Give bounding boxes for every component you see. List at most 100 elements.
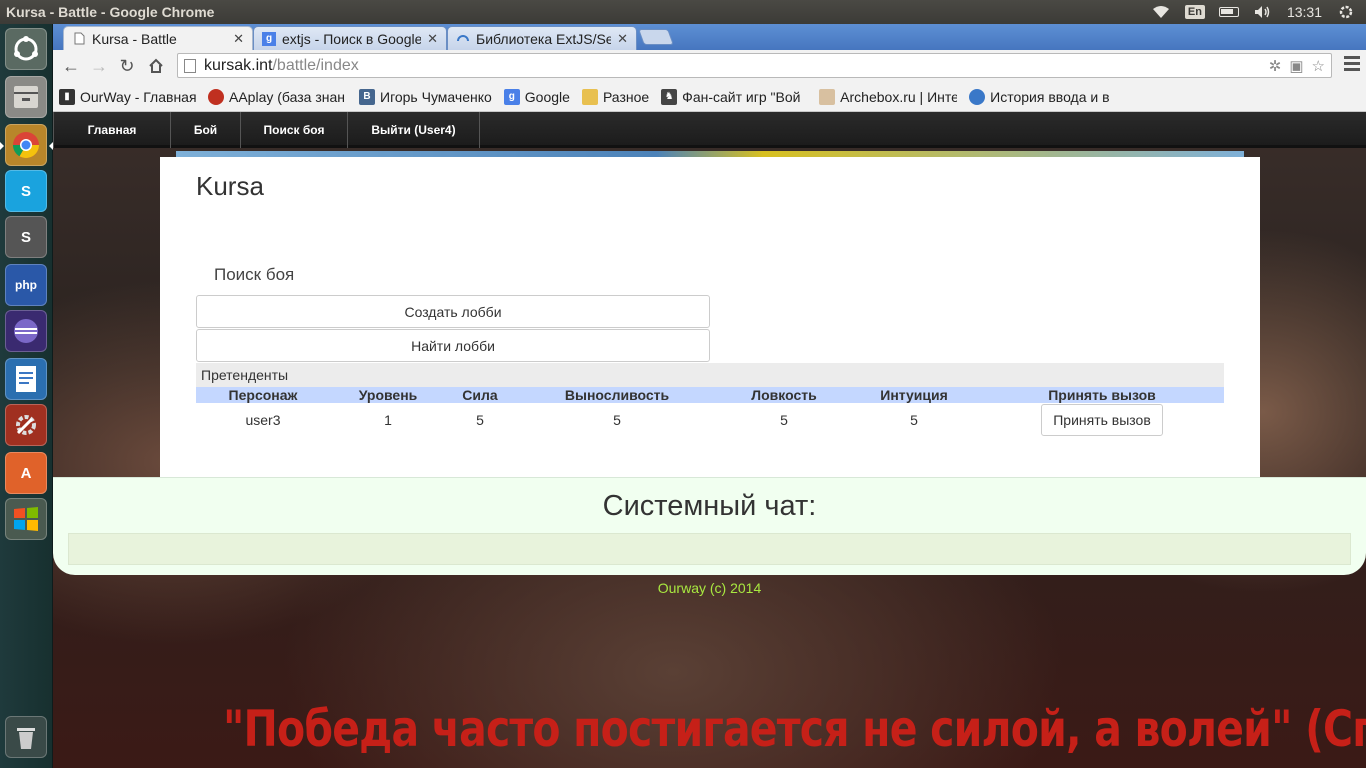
bookmark-label: Фан-сайт игр "Вой — [682, 88, 801, 105]
nav-battle-search[interactable]: Поиск боя — [241, 112, 348, 148]
google-icon: g — [503, 88, 520, 105]
tab-close-icon[interactable]: ✕ — [617, 31, 628, 47]
bookmark-label: Archebox.ru | Инте — [840, 88, 958, 105]
system-tray: En 13:31 — [1151, 0, 1356, 24]
globe-icon — [969, 88, 986, 105]
bookmark-star-icon[interactable]: ☆ — [1312, 57, 1325, 75]
column-header: Интуиция — [848, 387, 980, 403]
cell-level: 1 — [384, 412, 392, 428]
extension-gear-icon[interactable]: ✲ — [1269, 57, 1282, 75]
address-bar[interactable]: kursak.int/battle/index ✲ ▣ ☆ — [177, 53, 1332, 78]
window-title: Kursa - Battle - Google Chrome — [6, 4, 215, 20]
cell-strength: 5 — [476, 412, 484, 428]
phpstorm-icon[interactable]: php — [5, 264, 47, 306]
trash-icon[interactable] — [5, 716, 47, 758]
bookmark-label: Google — [524, 88, 570, 105]
tab-strip: Kursa - Battle ✕ g extjs - Поиск в Googl… — [53, 24, 1366, 50]
tab-label: Библиотека ExtJS/Se — [476, 30, 612, 47]
chrome-icon[interactable] — [0, 124, 53, 166]
software-center-icon[interactable]: A — [5, 452, 47, 494]
bookmark-label: Игорь Чумаченко — [380, 88, 492, 105]
windows-app-icon[interactable] — [5, 498, 47, 540]
home-icon[interactable] — [144, 54, 168, 78]
table-row: user3 1 5 5 5 5 Принять вызов — [196, 403, 1224, 437]
bookmark-history[interactable]: История ввода и в — [969, 88, 1110, 105]
background-quote: "Победа часто постигается не силой, а во… — [223, 700, 1366, 758]
translate-icon[interactable]: ▣ — [1289, 57, 1303, 75]
writer-document-icon[interactable] — [5, 358, 47, 400]
nav-logout[interactable]: Выйти (User4) — [348, 112, 480, 148]
forward-arrow-icon[interactable]: → — [87, 54, 111, 78]
main-content: Kursa Поиск боя Создать лобби Найти лобб… — [160, 157, 1260, 479]
fansite-icon: ♞ — [661, 88, 678, 105]
bookmark-aaplay[interactable]: AAplay (база знан — [208, 88, 347, 105]
cell-character: user3 — [245, 412, 281, 428]
tab-extjs-library[interactable]: Библиотека ExtJS/Se ✕ — [447, 26, 637, 50]
table-header-row: Персонаж Уровень Сила Выносливость Ловко… — [196, 387, 1224, 403]
files-icon[interactable] — [5, 76, 47, 118]
page-viewport: Главная Бой Поиск боя Выйти (User4) Kurs… — [53, 112, 1366, 768]
tab-extjs-google[interactable]: g extjs - Поиск в Google ✕ — [253, 26, 447, 50]
volume-icon[interactable] — [1253, 4, 1273, 20]
dash-icon[interactable] — [5, 28, 47, 70]
bookmark-archebox[interactable]: Archebox.ru | Инте — [819, 88, 958, 105]
site-title: Kursa — [196, 171, 264, 201]
archebox-icon — [819, 88, 836, 105]
bookmark-label: OurWay - Главная с — [80, 88, 196, 105]
candidates-table: Персонаж Уровень Сила Выносливость Ловко… — [196, 387, 1224, 437]
reload-icon[interactable]: ↻ — [115, 54, 139, 78]
wifi-icon[interactable] — [1151, 4, 1171, 20]
power-gear-icon[interactable] — [1336, 4, 1356, 20]
page-info-icon[interactable] — [184, 58, 196, 73]
bookmarks-bar: ▮ OurWay - Главная с AAplay (база знан BИ… — [53, 82, 1366, 112]
chat-title: Системный чат: — [602, 490, 817, 522]
bookmark-vk[interactable]: B Игорь Чумаченко — [359, 88, 492, 105]
system-chat-panel: Системный чат: — [53, 477, 1366, 575]
browser-toolbar: ← → ↻ kursak.int/battle/index ✲ ▣ ☆ — [53, 50, 1366, 82]
bookmark-label: История ввода и в — [990, 88, 1110, 105]
find-lobby-button[interactable]: Найти лобби — [196, 329, 710, 362]
google-icon: g — [262, 31, 276, 46]
chat-messages-area[interactable] — [68, 533, 1351, 565]
tab-close-icon[interactable]: ✕ — [427, 31, 438, 47]
eclipse-icon[interactable] — [5, 310, 47, 352]
skype-icon[interactable]: S — [5, 170, 47, 212]
folder-icon — [581, 88, 598, 105]
section-title: Поиск боя — [214, 265, 295, 284]
candidates-caption: Претенденты — [196, 363, 1224, 387]
accept-challenge-button[interactable]: Принять вызов — [1041, 404, 1163, 436]
chrome-menu-icon[interactable] — [1344, 56, 1360, 72]
cell-action: Принять вызов — [980, 403, 1224, 437]
bookmark-fansite[interactable]: ♞ Фан-сайт игр "Вой — [661, 88, 807, 105]
page-icon — [72, 32, 86, 46]
sublime-text-icon[interactable]: S — [5, 216, 47, 258]
loading-spinner-icon — [456, 32, 470, 46]
new-tab-button[interactable] — [638, 29, 674, 45]
vk-icon: B — [359, 88, 375, 105]
tab-close-icon[interactable]: ✕ — [233, 31, 244, 47]
keyboard-layout-indicator[interactable]: En — [1184, 4, 1205, 20]
tab-label: Kursa - Battle — [92, 30, 177, 47]
create-lobby-button[interactable]: Создать лобби — [196, 295, 710, 328]
nav-home[interactable]: Главная — [53, 112, 171, 148]
column-header: Персонаж — [196, 387, 330, 403]
clock[interactable]: 13:31 — [1287, 4, 1322, 20]
bookmark-ourway[interactable]: ▮ OurWay - Главная с — [59, 88, 196, 105]
tab-label: extjs - Поиск в Google — [282, 30, 422, 47]
back-arrow-icon[interactable]: ← — [59, 54, 83, 78]
cell-agility: 5 — [780, 412, 788, 428]
url-host: kursak.int — [204, 56, 273, 74]
bookmark-label: Разное — [602, 88, 650, 105]
tab-kursa-battle[interactable]: Kursa - Battle ✕ — [63, 26, 253, 50]
browser-window: Kursa - Battle ✕ g extjs - Поиск в Googl… — [53, 24, 1366, 112]
launcher: S S php A — [0, 24, 53, 768]
cell-endurance: 5 — [613, 412, 621, 428]
column-header: Уровень — [330, 387, 446, 403]
footer-copyright: Ourway (c) 2014 — [657, 580, 762, 596]
battery-icon[interactable] — [1218, 4, 1239, 20]
site-navbar: Главная Бой Поиск боя Выйти (User4) — [53, 112, 1366, 148]
bookmark-google[interactable]: g Google — [503, 88, 570, 105]
bookmark-folder-misc[interactable]: Разное — [581, 88, 650, 105]
settings-wrench-icon[interactable] — [5, 404, 47, 446]
nav-battle[interactable]: Бой — [171, 112, 241, 148]
